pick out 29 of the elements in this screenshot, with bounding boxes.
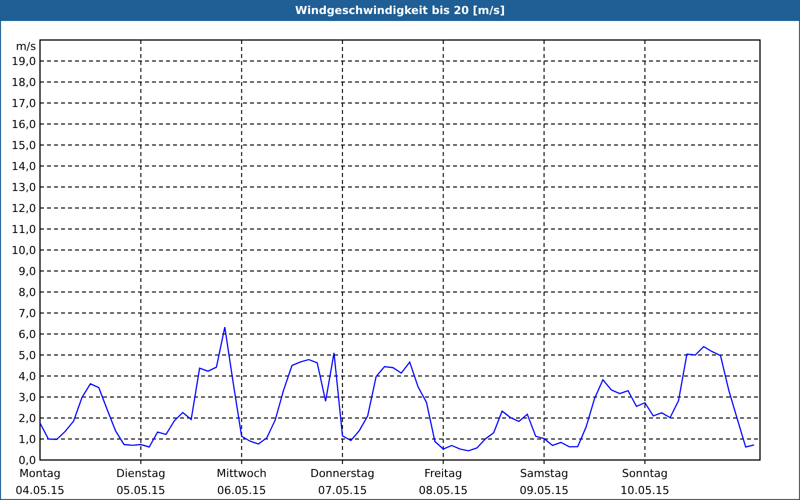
y-tick-label: 2,0 [18, 412, 36, 425]
x-tick-label: Mittwoch 06.05.15 [216, 467, 267, 497]
x-tick-label: Sonntag 10.05.15 [620, 467, 670, 497]
y-tick-label: 6,0 [18, 328, 36, 341]
y-tick-label: 16,0 [12, 118, 36, 131]
y-tick-label: 15,0 [12, 139, 36, 152]
y-tick-label: 12,0 [12, 202, 36, 215]
window-title: Windgeschwindigkeit bis 20 [m/s] [1, 1, 799, 21]
y-tick-label: 13,0 [12, 181, 36, 194]
y-tick-label: 3,0 [18, 391, 36, 404]
x-tick-label: Freitag 08.05.15 [418, 467, 468, 497]
axis-unit-label: m/s [16, 40, 36, 53]
x-tick-label: Samstag 09.05.15 [520, 467, 569, 497]
y-tick-label: 1,0 [18, 433, 36, 446]
y-tick-label: 7,0 [18, 307, 36, 320]
y-tick-label: 5,0 [18, 349, 36, 362]
y-tick-label: 17,0 [12, 97, 36, 110]
y-tick-label: 9,0 [18, 265, 36, 278]
y-tick-label: 19,0 [12, 55, 36, 68]
x-tick-label: Dienstag 05.05.15 [116, 467, 166, 497]
y-tick-label: 4,0 [18, 370, 36, 383]
y-tick-label: 11,0 [12, 223, 36, 236]
x-tick-label: Donnerstag 07.05.15 [310, 467, 375, 497]
y-tick-label: 10,0 [12, 244, 36, 257]
y-tick-label: 18,0 [12, 76, 36, 89]
y-tick-label: 8,0 [18, 286, 36, 299]
x-tick-label: Montag 04.05.15 [16, 467, 64, 497]
y-tick-label: 14,0 [12, 160, 36, 173]
y-tick-label: 0,0 [18, 454, 36, 467]
